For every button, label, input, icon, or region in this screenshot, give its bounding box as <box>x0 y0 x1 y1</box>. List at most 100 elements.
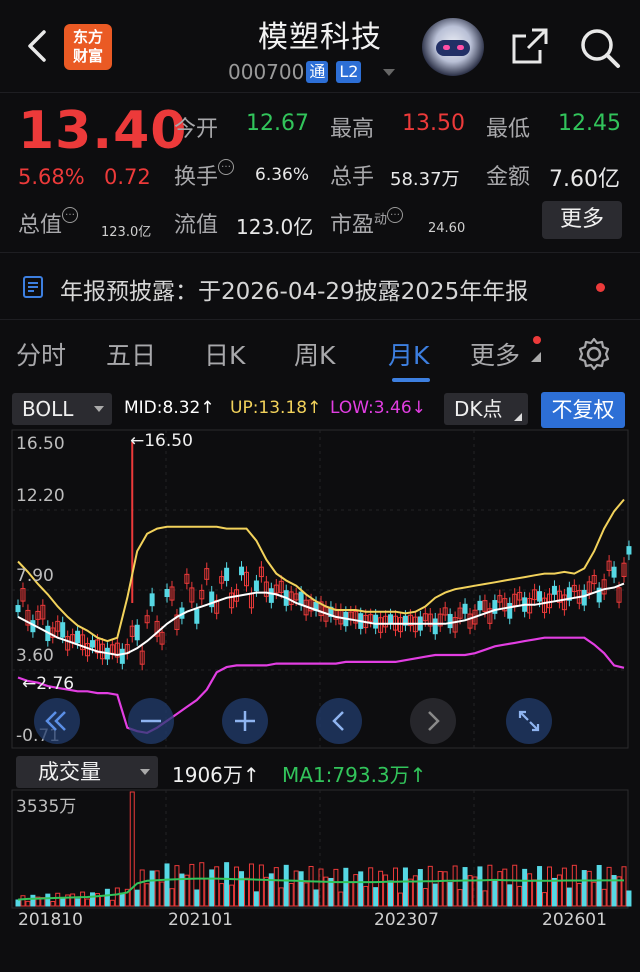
stock-code-line[interactable]: 000700 通 L2 <box>228 60 396 84</box>
current-price: 13.40 <box>18 101 188 161</box>
share-icon[interactable] <box>510 26 550 66</box>
volume-bar <box>407 878 413 907</box>
volume-bar <box>248 863 254 907</box>
open-label: 今开 <box>174 117 219 142</box>
notice-text: 年报预披露：于2026-04-29披露2025年年报 <box>60 279 529 305</box>
volume-bar <box>591 881 597 907</box>
volume-chart[interactable]: 3535万 <box>0 788 640 912</box>
volume-bar <box>353 874 359 907</box>
high-label: 最高 <box>330 117 375 142</box>
caret-down-icon <box>140 769 150 775</box>
change-percent: 5.68% <box>18 165 85 189</box>
search-icon[interactable] <box>578 26 622 70</box>
y-tick-2: 12.20 <box>16 486 65 506</box>
volume-bar <box>542 892 548 907</box>
active-tab-indicator <box>392 378 430 382</box>
volume-bar <box>581 870 587 907</box>
volume-bar <box>412 875 418 907</box>
tab-week-k[interactable]: 周K <box>294 336 335 372</box>
volume-bar <box>194 889 200 907</box>
volume-bar <box>561 867 567 907</box>
volume-bar <box>169 888 175 907</box>
volume-bar <box>383 874 389 907</box>
volume-bar <box>273 867 279 907</box>
tab-fenshi[interactable]: 分时 <box>16 336 66 372</box>
chevron-left-icon <box>332 711 344 731</box>
candle <box>15 605 21 613</box>
min-price-note: ←2.76 <box>22 674 75 694</box>
scroll-left-fast-button[interactable] <box>34 698 80 744</box>
robot-avatar-icon[interactable] <box>422 18 484 76</box>
volume-bar <box>378 870 384 907</box>
x-label-3: 202307 <box>374 910 439 930</box>
volume-bar <box>402 867 408 907</box>
x-label-4: 202601 <box>542 910 607 930</box>
volume-bar <box>204 878 210 907</box>
volume-bar <box>462 867 468 907</box>
volume-bar <box>397 892 403 907</box>
zoom-out-button[interactable] <box>128 698 174 744</box>
change-amount: 0.72 <box>104 165 151 189</box>
tab-five-day[interactable]: 五日 <box>106 336 156 372</box>
tab-day-k[interactable]: 日K <box>204 336 245 372</box>
double-chevron-left-icon <box>45 711 66 731</box>
volume-bar <box>432 883 438 907</box>
candle <box>462 603 468 614</box>
candle <box>298 591 304 606</box>
notice-banner[interactable]: 年报预披露：于2026-04-29披露2025年年报 <box>0 252 640 320</box>
tab-month-k[interactable]: 月K <box>388 336 429 372</box>
volume-bar <box>571 864 577 907</box>
candle <box>477 600 483 611</box>
caret-down-icon <box>94 406 104 412</box>
unread-dot <box>596 283 605 292</box>
settings-gear-icon[interactable] <box>576 336 612 372</box>
volume-bar <box>219 883 225 907</box>
quote-panel: 13.40 5.68% 0.72 今开 12.67 最高 13.50 最低 12… <box>0 92 640 252</box>
volume-bar <box>333 868 339 907</box>
indicator-select[interactable]: BOLL <box>12 393 112 425</box>
y-tick-4: 3.60 <box>16 646 54 666</box>
candle <box>373 614 379 629</box>
float-value: 123.0亿 <box>236 215 314 239</box>
volume-bar <box>393 867 399 907</box>
volume-bar <box>576 883 582 907</box>
volume-bar <box>214 866 220 907</box>
period-tabs: 分时 五日 日K 周K 月K 更多 <box>0 322 640 386</box>
y-tick-1: 16.50 <box>16 434 65 454</box>
volume-bar <box>358 871 364 907</box>
volume-bar <box>239 871 245 907</box>
candle <box>75 630 81 644</box>
volume-bar <box>626 890 632 907</box>
volume-indicator-select[interactable]: 成交量 <box>16 756 158 788</box>
adjust-type-button[interactable]: 不复权 <box>541 392 625 428</box>
candle <box>149 593 155 607</box>
more-button[interactable]: 更多 <box>542 201 622 239</box>
dk-point-select[interactable]: DK点 <box>444 393 528 425</box>
volume-bar <box>512 864 518 907</box>
turnover-label: 换手… <box>174 159 235 191</box>
volume-bar <box>85 898 91 907</box>
header: 东方 财富 模塑科技 000700 通 L2 <box>0 0 640 92</box>
volume-y-top: 3535万 <box>16 797 77 817</box>
plus-icon <box>235 711 255 731</box>
volume-bar <box>144 883 150 907</box>
volume-bar <box>80 891 86 907</box>
volume-bar <box>303 882 309 907</box>
volume-bar <box>55 892 61 907</box>
volume-bar <box>422 888 428 907</box>
volume-bar <box>457 889 463 907</box>
candle <box>194 608 200 624</box>
fullscreen-button[interactable] <box>506 698 552 744</box>
candle <box>507 602 513 619</box>
volume-bar <box>522 868 528 907</box>
volume-bar <box>537 866 543 907</box>
low-label: 最低 <box>486 117 531 142</box>
scroll-left-button[interactable] <box>316 698 362 744</box>
boll-up: UP:13.18↑ <box>230 398 322 418</box>
tab-more[interactable]: 更多 <box>470 336 520 372</box>
scroll-right-button[interactable] <box>410 698 456 744</box>
candle <box>551 585 557 595</box>
zoom-in-button[interactable] <box>222 698 268 744</box>
open-value: 12.67 <box>246 111 309 136</box>
candle <box>253 580 259 592</box>
